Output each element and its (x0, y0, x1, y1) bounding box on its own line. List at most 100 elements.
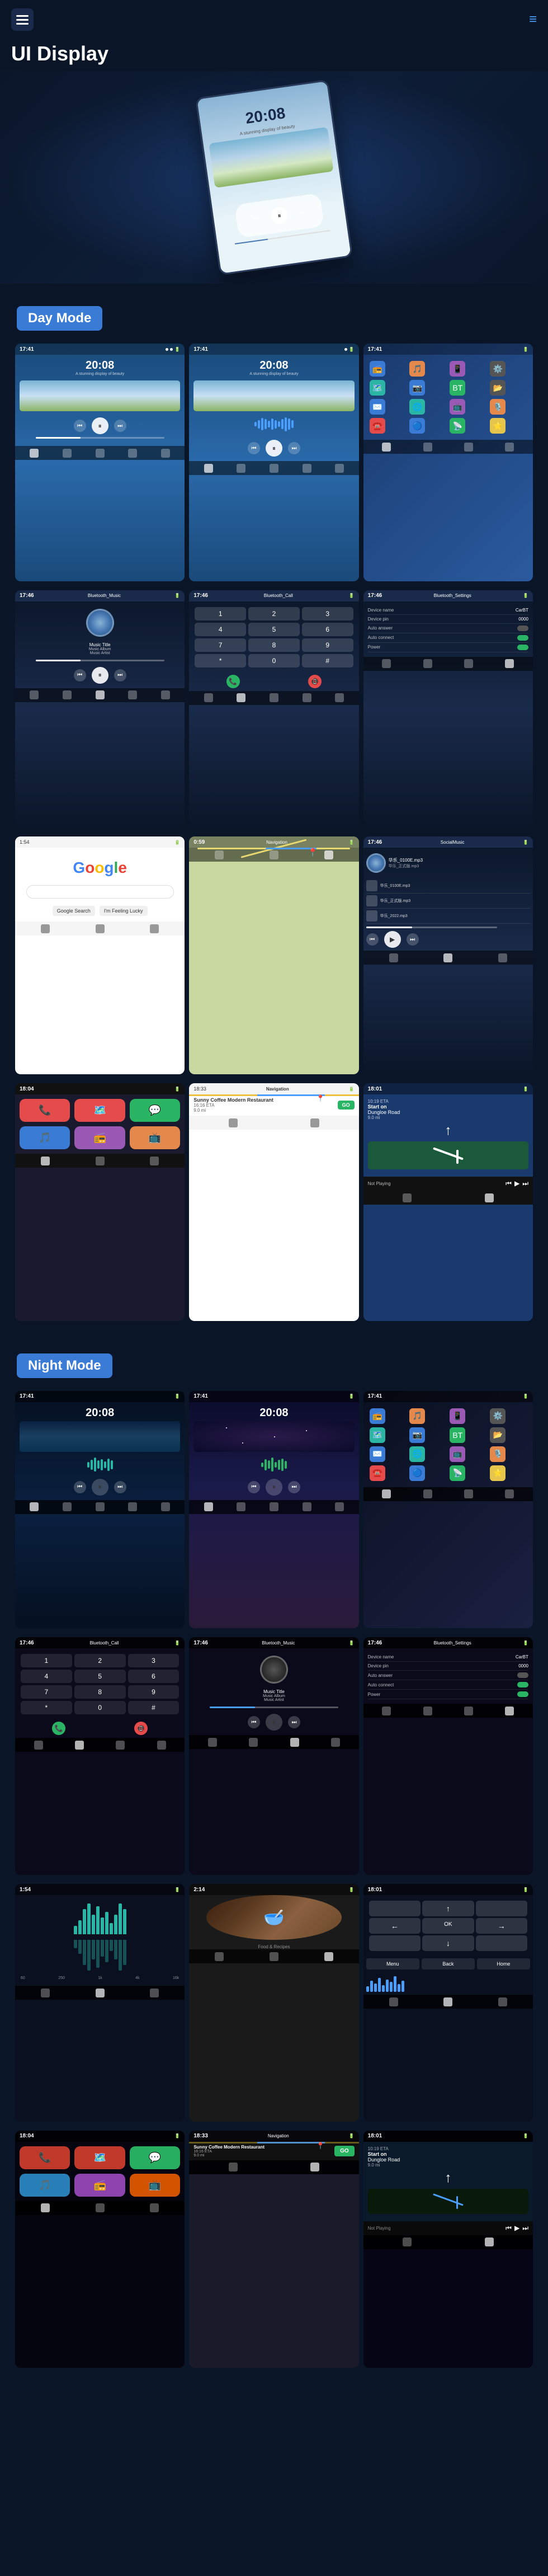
not-playing-label: Not Playing (368, 1181, 391, 1186)
night-waveform-1 (87, 1456, 113, 1473)
night-music-screen-2: 17:41 🔋 20:08 (189, 1391, 358, 1629)
night-waveform-bottom (15, 1986, 185, 2000)
night-mode-header: Night Mode (17, 1353, 112, 1378)
night-row-4: 18:04 🔋 📞 🗺️ 💬 🎵 📻 📺 18:33 (8, 2126, 540, 2373)
day-music-screen-1: 17:41 🔋 20:08 A stunning display of beau… (15, 344, 185, 581)
auto-connect-label: Auto connect (368, 635, 394, 640)
night-eq-bars (74, 1901, 126, 1934)
night-carplay-map-bottom (189, 2160, 358, 2174)
night-app-grid-bottom (363, 1487, 533, 1501)
night-eq-bars-mirror (74, 1940, 126, 1973)
night-waveform-screen: 1:54 🔋 (15, 1884, 185, 2122)
night-keypad: 1 2 3 4 5 6 7 8 9 * 0 # (18, 1651, 182, 1717)
bt-music-album: Music Album (89, 647, 111, 651)
bt-music-artist: Music Artist (90, 651, 110, 655)
header-left (11, 8, 34, 31)
day-music-bottom-1 (15, 446, 185, 460)
nav-road: Dungloe Road (368, 1110, 528, 1115)
night-food-screen: 2:14 🔋 🥣 Food & Recipes (189, 1884, 358, 2122)
day-local-music-screen: 17:46 SocialMusic 🔋 华乐_0100E.mp3 华乐_正式版.… (363, 836, 533, 1074)
day-waveform (254, 416, 294, 433)
device-name-value: CarBT (516, 608, 528, 613)
day-row-1: 17:41 🔋 20:08 A stunning display of beau… (8, 339, 540, 586)
night-power-toggle[interactable] (517, 1691, 528, 1697)
day-music-controls-2: ⏮ ⏸ ⏭ (248, 440, 300, 457)
day-bt-call-screen: 17:46 Bluetooth_Call 🔋 1 2 3 4 5 6 7 8 9… (189, 590, 358, 828)
night-bt-call-screen: 17:46 Bluetooth_Call 🔋 1 2 3 4 5 6 7 8 9… (15, 1637, 185, 1875)
day-google-screen: 1:54 🔋 Google Google Search I'm Feeling … (15, 836, 185, 1074)
day-bt-call-bottom (189, 691, 358, 705)
day-google-bottom (15, 922, 185, 936)
day-carplay-nav-bottom (363, 1191, 533, 1205)
day-local-music-bottom (363, 951, 533, 965)
night-carplay-apps-bottom (15, 2201, 185, 2215)
power-label: Power (368, 645, 381, 650)
day-app-grid-bottom (363, 440, 533, 454)
hero-section: 20:08 A stunning display of beauty ⏮ ⏸ ⏭ (0, 71, 548, 284)
menu-icon[interactable] (11, 8, 34, 31)
day-music-bottom-2 (189, 461, 358, 475)
day-map-bottom (189, 848, 358, 862)
night-carplay-nav-2-bottom (363, 2235, 533, 2249)
coffee-shop-name: Sunny Coffee Modern Restaurant (193, 1097, 273, 1103)
food-image: 🥣 (206, 1895, 342, 1940)
night-bt-call-bottom (15, 1738, 185, 1752)
night-carplay-nav-2: 18:01 🔋 10:19 ETA Start on Dungloe Road … (363, 2131, 533, 2368)
auto-answer-toggle[interactable] (517, 626, 528, 631)
day-bt-music-bottom (15, 688, 185, 702)
night-app-grid-screen: 17:41 🔋 📻 🎵 📱 ⚙️ 🗺️ 📷 BT 📂 ✉️ 🌐 📺 🎙️ (363, 1391, 533, 1629)
day-mode-header: Day Mode (17, 306, 102, 331)
night-carplay-map: 18:33 Navigation 🔋 📍 Sunny Coffee Modern… (189, 2131, 358, 2368)
night-music-bottom-1 (15, 1500, 185, 1514)
night-mode-section: Night Mode 17:41 🔋 20:08 (0, 1342, 548, 2378)
night-nav-arrows-bottom (363, 1995, 533, 2009)
day-mode-section: Day Mode 17:41 🔋 20:08 A stunning displa… (0, 295, 548, 1331)
night-row-2: 17:46 Bluetooth_Call 🔋 1 2 3 4 5 6 7 8 9… (8, 1633, 540, 1879)
day-carplay-nav: 18:01 🔋 10:19 ETA Start on Dungloe Road … (363, 1083, 533, 1321)
google-logo: Google (73, 859, 126, 877)
night-app-icons: 📻 🎵 📱 ⚙️ 🗺️ 📷 BT 📂 ✉️ 🌐 📺 🎙️ ☎️ 🔵 📡 ⭐ (366, 1405, 530, 1484)
day-row-4: 18:04 🔋 📞 🗺️ 💬 🎵 📻 📺 18:33 (8, 1079, 540, 1325)
night-auto-connect-toggle[interactable] (517, 1682, 528, 1687)
day-keypad: 1 2 3 4 5 6 7 8 9 * 0 # (192, 604, 356, 670)
night-food-bottom (189, 1949, 358, 1963)
nav-lines-icon[interactable]: ≡ (529, 12, 537, 27)
nav-eta: 16:16 ETA (193, 1103, 273, 1108)
go-button[interactable]: GO (338, 1101, 355, 1110)
night-music-bottom-2 (189, 1500, 358, 1514)
night-mode-label: Night Mode (17, 1353, 112, 1378)
night-waveform-2 (261, 1456, 287, 1473)
auto-connect-toggle[interactable] (517, 635, 528, 641)
night-bt-settings-bottom (363, 1704, 533, 1718)
night-nav-arrows-screen: 18:01 🔋 ↑ ← OK → ↓ Menu Bac (363, 1884, 533, 2122)
day-map-screen: 0:59 Navigation 🔋 📍 (189, 836, 358, 1074)
night-row-1: 17:41 🔋 20:08 ⏮ ⏸ (8, 1386, 540, 1633)
night-bt-settings-screen: 17:46 Bluetooth_Settings 🔋 Device name C… (363, 1637, 533, 1875)
power-toggle[interactable] (517, 645, 528, 650)
google-search-bar[interactable] (26, 885, 174, 899)
tablet-music-control: ⏮ ⏸ ⏭ (234, 193, 324, 238)
night-music-screen-1: 17:41 🔋 20:08 ⏮ ⏸ (15, 1391, 185, 1629)
night-nav-arrows: ↑ ← OK → ↓ (366, 1898, 530, 1954)
page-title: UI Display (0, 39, 548, 71)
day-carplay-apps: 18:04 🔋 📞 🗺️ 💬 🎵 📻 📺 (15, 1083, 185, 1321)
night-bt-music-screen: 17:46 Bluetooth_Music 🔋 Music Title Musi… (189, 1637, 358, 1875)
header: ≡ (0, 0, 548, 39)
day-bt-settings-bottom (363, 657, 533, 671)
day-carplay-map: 18:33 Navigation 🔋 📍 Sunny Coffee Modern… (189, 1083, 358, 1321)
day-mode-label: Day Mode (17, 306, 102, 331)
day-bt-music-screen: 17:46 Bluetooth_Music 🔋 Music Title Musi… (15, 590, 185, 828)
day-music-time-1: 20:08 (86, 359, 114, 372)
day-app-icons: 📻 🎵 📱 ⚙️ 🗺️ 📷 BT 📂 ✉️ 🌐 📺 🎙️ ☎️ 🔵 📡 ⭐ (366, 358, 530, 437)
hero-tablet-time: 20:08 (244, 104, 286, 128)
day-carplay-apps-bottom (15, 1154, 185, 1168)
google-buttons: Google Search I'm Feeling Lucky (53, 906, 148, 916)
bt-music-title: Music Title (89, 642, 111, 647)
tablet-mockup: 20:08 A stunning display of beauty ⏮ ⏸ ⏭ (195, 79, 353, 275)
day-bt-settings-screen: 17:46 Bluetooth_Settings 🔋 Device name C… (363, 590, 533, 828)
day-row-3: 1:54 🔋 Google Google Search I'm Feeling … (8, 832, 540, 1079)
night-carplay-apps: 18:04 🔋 📞 🗺️ 💬 🎵 📻 📺 (15, 2131, 185, 2368)
day-row-2: 17:46 Bluetooth_Music 🔋 Music Title Musi… (8, 586, 540, 833)
night-auto-answer-toggle[interactable] (517, 1672, 528, 1678)
day-carplay-map-bottom (189, 1116, 358, 1130)
